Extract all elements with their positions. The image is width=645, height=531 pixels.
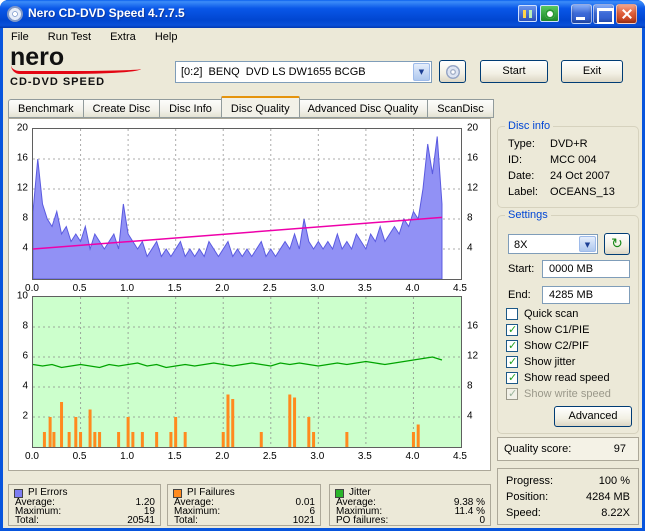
close-button[interactable]	[616, 4, 637, 24]
jitter-right-axis: 16 12 8 4	[467, 320, 479, 422]
menubar: File Run Test Extra Help	[3, 28, 642, 47]
nero-logo-subtext: CD-DVD SPEED	[10, 76, 106, 88]
checkbox-label: Show C1/PIE	[524, 324, 590, 336]
checkbox-label: Quick scan	[524, 308, 579, 320]
read-speed-right-axis: 20 16 12 8 4	[467, 122, 479, 254]
progress-box: Progress: 100 % Position: 4284 MB Speed:…	[497, 468, 639, 525]
speed-value: 8.22X	[601, 507, 630, 519]
titlebar-disc-icon[interactable]	[540, 5, 559, 22]
drive-properties-button[interactable]	[439, 60, 466, 83]
settings-group: Settings 8X ▼ ↻ Start: 0000 MB End: 4285…	[497, 209, 639, 434]
stat-value: 1021	[292, 515, 315, 526]
stat-label: Total:	[15, 515, 39, 526]
titlebar[interactable]: Nero CD-DVD Speed 4.7.7.5	[0, 0, 645, 28]
checkbox-label: Show read speed	[524, 372, 610, 384]
quality-score-value: 97	[613, 443, 626, 455]
jitter-stats-box: Jitter Average: 9.38 % Maximum: 11.4 % PO …	[329, 484, 491, 526]
stat-label: PO failures:	[336, 515, 389, 526]
menu-extra[interactable]: Extra	[102, 28, 144, 47]
stat-value: 0	[479, 515, 485, 526]
disc-date-value: 24 Oct 2007	[550, 170, 610, 182]
tab-disc-info[interactable]: Disc Info	[160, 99, 222, 118]
checkbox-box[interactable]	[506, 339, 518, 352]
jitter-x-axis: 0.0 0.5 1.0 1.5 2.0 2.5 3.0 3.5 4.0 4.5	[25, 451, 467, 462]
quality-charts-panel: 20 16 12 8 4 20 16 12 8 4 0.0 0.5 1.0 1.5 2.0 2.5 3.0 3…	[8, 118, 491, 471]
cd-icon	[446, 65, 460, 79]
disc-id-value: MCC 004	[550, 154, 597, 166]
jitter-chart: 10 8 6 4 2 16 12 8 4 0.0 0.5 1.0 1.5 2.0 2.5 3.0 3.5 4.…	[9, 287, 490, 463]
progress-value: 100 %	[598, 475, 630, 487]
tab-advanced-disc-quality[interactable]: Advanced Disc Quality	[298, 99, 429, 118]
speed-select-value: 8X	[514, 239, 528, 251]
jitter-left-axis: 10 8 6 4 2	[16, 290, 28, 422]
checkbox-label: Show C2/PIF	[524, 340, 589, 352]
quality-score-label: Quality score:	[504, 443, 572, 455]
pi-errors-plot	[32, 128, 462, 280]
start-button[interactable]: Start	[480, 60, 548, 83]
advanced-button[interactable]: Advanced	[554, 406, 632, 427]
pi-errors-chart: 20 16 12 8 4 20 16 12 8 4 0.0 0.5 1.0 1.5 2.0 2.5 3.0 3…	[9, 119, 490, 295]
position-label: Position:	[506, 491, 549, 503]
tab-strip: Benchmark Create Disc Disc Info Disc Qua…	[8, 96, 494, 118]
tab-scandisc[interactable]: ScanDisc	[428, 99, 494, 118]
checkbox-box[interactable]	[506, 323, 518, 336]
refresh-button[interactable]: ↻	[604, 233, 630, 255]
disc-type-value: DVD+R	[550, 138, 588, 150]
nero-logo: nero CD-DVD SPEED	[10, 45, 175, 92]
drive-select-value: [0:2] BENQ DVD LS DW1655 BCGB	[181, 66, 366, 78]
disc-id-label: ID:	[508, 154, 523, 166]
disc-info-title: Disc info	[505, 120, 554, 132]
end-position-field[interactable]: 4285 MB	[542, 286, 630, 304]
stat-value: 20541	[127, 515, 155, 526]
pi-errors-stats-box: PI Errors Average: 1.20 Maximum: 19 Total:…	[8, 484, 161, 526]
disc-info-group: Disc info Type: DVD+R ID: MCC 004 Date: …	[497, 120, 639, 208]
maximize-button[interactable]	[593, 4, 614, 24]
refresh-icon: ↻	[611, 236, 623, 252]
end-position-label: End:	[508, 289, 531, 301]
checkbox-label: Show write speed	[524, 388, 611, 400]
position-value: 4284 MB	[585, 491, 630, 503]
tab-create-disc[interactable]: Create Disc	[83, 99, 161, 118]
nero-logo-swoosh	[11, 65, 141, 74]
checkbox-box	[506, 387, 518, 400]
checkbox-box[interactable]	[506, 355, 518, 368]
titlebar-chart-icon[interactable]	[518, 5, 537, 22]
start-position-label: Start:	[508, 263, 535, 275]
tab-disc-quality[interactable]: Disc Quality	[220, 96, 300, 118]
disc-date-label: Date:	[508, 170, 535, 182]
app-disc-icon	[7, 6, 23, 22]
tab-benchmark[interactable]: Benchmark	[8, 99, 84, 118]
start-position-field[interactable]: 0000 MB	[542, 260, 630, 278]
pi-failures-stats-box: PI Failures Average: 0.01 Maximum: 6 Total…	[167, 484, 321, 526]
menu-help[interactable]: Help	[147, 28, 186, 47]
minimize-button[interactable]	[571, 4, 592, 24]
progress-label: Progress:	[506, 475, 554, 487]
checkbox-label: Show jitter	[524, 356, 576, 368]
quality-score-box: Quality score: 97	[497, 437, 639, 461]
window-title: Nero CD-DVD Speed 4.7.7.5	[28, 6, 185, 20]
jitter-plot	[32, 296, 462, 448]
speed-select[interactable]: 8X ▼	[508, 234, 598, 254]
stat-label: Total:	[174, 515, 198, 526]
chevron-down-icon[interactable]: ▼	[413, 63, 430, 81]
exit-button[interactable]: Exit	[561, 60, 623, 83]
settings-title: Settings	[505, 209, 551, 221]
disc-label-value: OCEANS_13	[550, 186, 615, 198]
chevron-down-icon[interactable]: ▼	[579, 236, 596, 252]
checkbox-box[interactable]	[506, 308, 518, 320]
speed-label: Speed:	[506, 507, 541, 519]
drive-select[interactable]: [0:2] BENQ DVD LS DW1655 BCGB ▼	[175, 61, 432, 83]
checkbox-box[interactable]	[506, 371, 518, 384]
app-window: Nero CD-DVD Speed 4.7.7.5 File Run Test …	[0, 0, 645, 531]
disc-type-label: Type:	[508, 138, 535, 150]
disc-label-label: Label:	[508, 186, 538, 198]
pi-errors-left-axis: 20 16 12 8 4	[16, 122, 28, 254]
